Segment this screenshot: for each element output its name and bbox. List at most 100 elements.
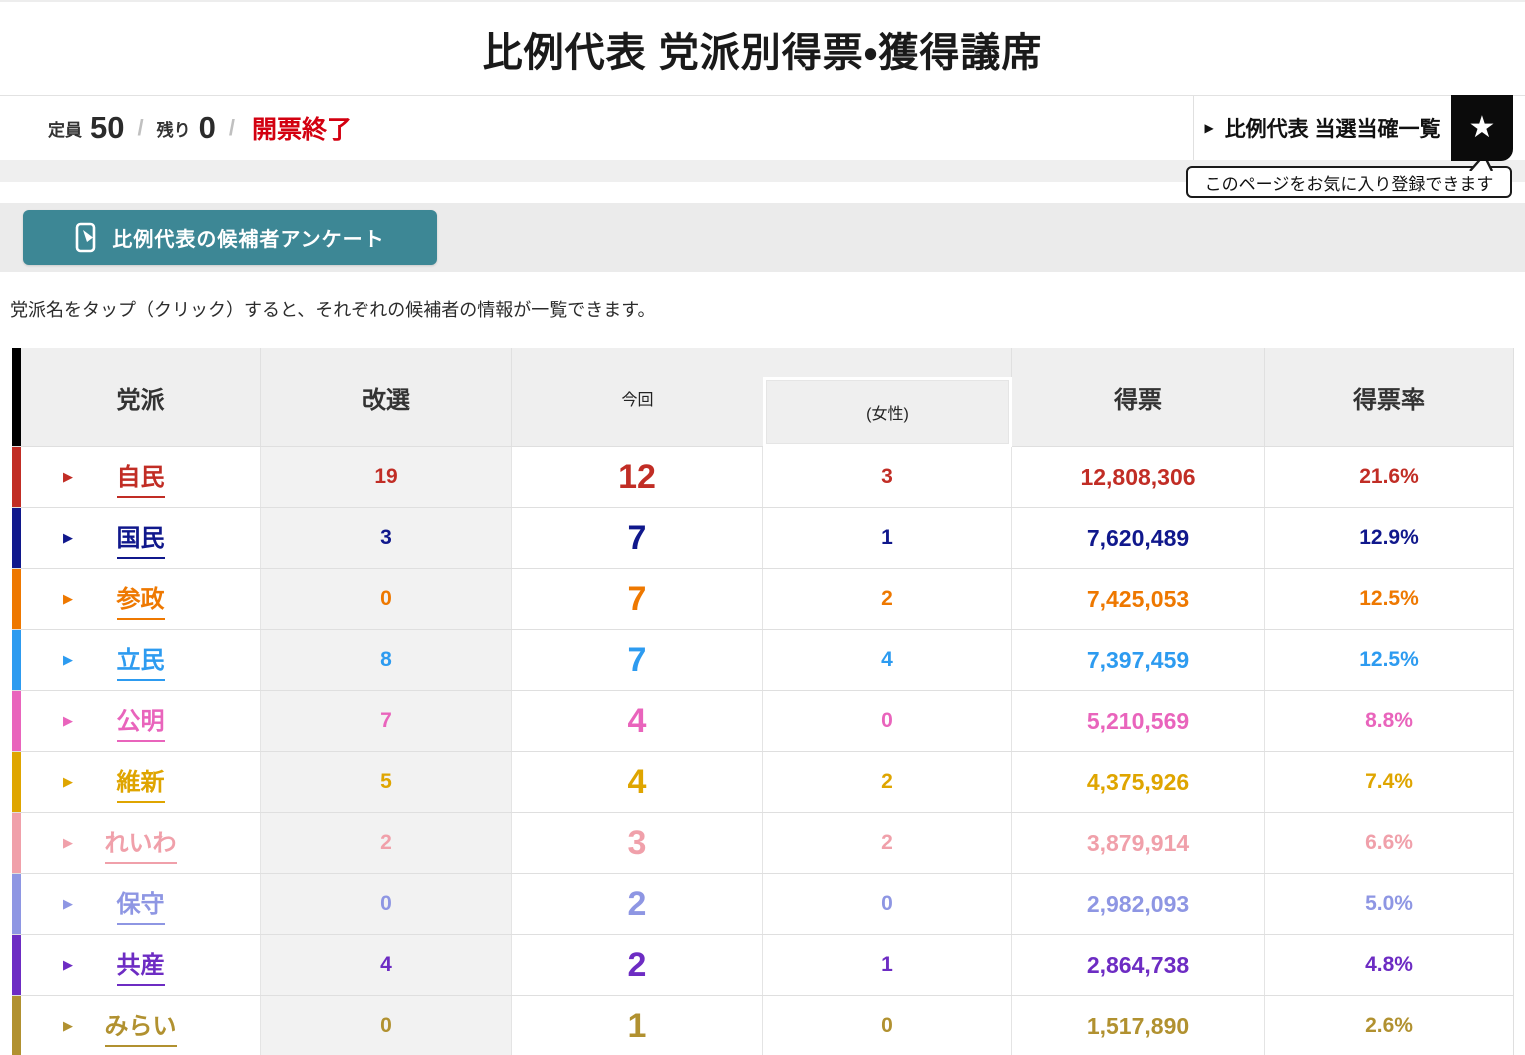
header-color-strip (12, 348, 21, 446)
current-seats-value: 7 (628, 580, 647, 619)
female-seats-value: 0 (881, 1014, 893, 1038)
party-name-link[interactable]: 自民 (117, 457, 165, 498)
title-row: 比例代表 党派別得票・獲得議席 (0, 2, 1525, 96)
favorite-star-button[interactable]: ★ (1451, 95, 1513, 161)
page: 比例代表 党派別得票・獲得議席 定員 50 / 残り 0 / 開票終了 ▶ 比例… (0, 0, 1525, 1055)
incumbent-cell: 8 (260, 630, 511, 690)
remaining-label: 残り (157, 116, 191, 141)
current-seats-value: 1 (628, 1007, 647, 1046)
header-current: 今回 (512, 348, 763, 447)
vote-rate-value: 5.0% (1365, 892, 1413, 916)
survey-button[interactable]: 比例代表の候補者アンケート (23, 210, 437, 265)
votes-value: 7,620,489 (1087, 525, 1189, 552)
header-seats-group: 今回 (女性) (511, 348, 1011, 446)
table-row: ▶ みらい 0 1 0 1,517,890 2.6% (12, 996, 1513, 1055)
incumbent-value: 5 (380, 770, 392, 794)
party-name-link[interactable]: 参政 (117, 579, 165, 620)
vote-rate-value: 2.6% (1365, 1014, 1413, 1038)
incumbent-cell: 19 (260, 447, 511, 507)
party-cell[interactable]: ▶ みらい (21, 996, 260, 1055)
table-body: ▶ 自民 19 1 2 3 12,808,306 21.6% ▶ 国民 3 7 (12, 447, 1513, 1055)
party-color-strip (12, 996, 21, 1055)
vote-rate-value: 8.8% (1365, 709, 1413, 733)
incumbent-cell: 0 (260, 996, 511, 1055)
survey-strip: 比例代表の候補者アンケート (0, 203, 1525, 272)
current-seats-cell: 2 (511, 935, 762, 995)
party-name-link[interactable]: 保守 (117, 884, 165, 925)
header-votes: 得票 (1011, 348, 1264, 446)
current-seats-value: 4 (628, 763, 647, 802)
winners-list-link[interactable]: ▶ 比例代表 当選当確一覧 (1193, 96, 1451, 160)
party-cell[interactable]: ▶ 国民 (21, 508, 260, 568)
party-name-link[interactable]: 共産 (117, 945, 165, 986)
party-cell[interactable]: ▶ 公明 (21, 691, 260, 751)
vote-rate-cell: 12.5% (1264, 569, 1513, 629)
party-name-link[interactable]: 維新 (117, 762, 165, 803)
party-cell[interactable]: ▶ れいわ (21, 813, 260, 873)
party-name-link[interactable]: 立民 (117, 640, 165, 681)
votes-cell: 5,210,569 (1011, 691, 1264, 751)
row-arrow-icon: ▶ (63, 530, 73, 546)
row-arrow-icon: ▶ (63, 652, 73, 668)
party-color-strip (12, 691, 21, 751)
vote-rate-cell: 5.0% (1264, 874, 1513, 934)
incumbent-value: 3 (380, 526, 392, 550)
vote-rate-cell: 8.8% (1264, 691, 1513, 751)
header-incumbent: 改選 (260, 348, 511, 446)
party-name-link[interactable]: 国民 (117, 518, 165, 559)
row-arrow-icon: ▶ (63, 469, 73, 485)
party-color-strip (12, 813, 21, 873)
vote-rate-cell: 21.6% (1264, 447, 1513, 507)
vote-rate-value: 7.4% (1365, 770, 1413, 794)
header-party: 党派 (21, 348, 260, 446)
incumbent-cell: 7 (260, 691, 511, 751)
party-color-strip (12, 630, 21, 690)
incumbent-value: 0 (380, 1014, 392, 1038)
header-vote-rate: 得票率 (1264, 348, 1513, 446)
slash-divider: / (229, 115, 235, 141)
party-color-strip (12, 935, 21, 995)
remaining-value: 0 (199, 110, 216, 146)
votes-cell: 7,397,459 (1011, 630, 1264, 690)
party-name-link[interactable]: みらい (105, 1006, 177, 1047)
female-seats-cell: 0 (762, 691, 1011, 751)
female-seats-cell: 0 (762, 996, 1011, 1055)
row-arrow-icon: ▶ (63, 896, 73, 912)
page-title: 比例代表 党派別得票・獲得議席 (483, 20, 1043, 78)
votes-value: 1,517,890 (1087, 1013, 1189, 1040)
table-row: ▶ 国民 3 7 1 7,620,489 12.9% (12, 508, 1513, 569)
party-color-strip (12, 752, 21, 812)
row-arrow-icon: ▶ (63, 957, 73, 973)
vote-rate-value: 21.6% (1359, 465, 1419, 489)
votes-value: 7,397,459 (1087, 647, 1189, 674)
female-seats-value: 2 (881, 831, 893, 855)
party-cell[interactable]: ▶ 立民 (21, 630, 260, 690)
table-row: ▶ 立民 8 7 4 7,397,459 12.5% (12, 630, 1513, 691)
row-arrow-icon: ▶ (63, 835, 73, 851)
party-cell[interactable]: ▶ 維新 (21, 752, 260, 812)
results-table: 党派 改選 今回 (女性) 得票 得票率 ▶ 自民 19 1 2 3 (12, 348, 1514, 1055)
votes-cell: 12,808,306 (1011, 447, 1264, 507)
table-row: ▶ 保守 0 2 0 2,982,093 5.0% (12, 874, 1513, 935)
votes-cell: 7,620,489 (1011, 508, 1264, 568)
current-seats-value: 3 (628, 824, 647, 863)
vote-rate-cell: 6.6% (1264, 813, 1513, 873)
party-name-link[interactable]: 公明 (117, 701, 165, 742)
votes-value: 3,879,914 (1087, 830, 1189, 857)
party-cell[interactable]: ▶ 共産 (21, 935, 260, 995)
party-cell[interactable]: ▶ 保守 (21, 874, 260, 934)
current-seats-cell: 4 (511, 691, 762, 751)
incumbent-value: 0 (380, 892, 392, 916)
female-seats-cell: 0 (762, 874, 1011, 934)
party-cell[interactable]: ▶ 参政 (21, 569, 260, 629)
incumbent-value: 2 (380, 831, 392, 855)
current-seats-cell: 2 (511, 874, 762, 934)
female-seats-value: 2 (881, 587, 893, 611)
row-arrow-icon: ▶ (63, 1018, 73, 1034)
winners-list-link-label: 比例代表 当選当確一覧 (1225, 113, 1441, 143)
vote-rate-cell: 2.6% (1264, 996, 1513, 1055)
party-name-link[interactable]: れいわ (105, 823, 177, 864)
party-cell[interactable]: ▶ 自民 (21, 447, 260, 507)
survey-phone-pen-icon (75, 222, 98, 253)
incumbent-value: 7 (380, 709, 392, 733)
